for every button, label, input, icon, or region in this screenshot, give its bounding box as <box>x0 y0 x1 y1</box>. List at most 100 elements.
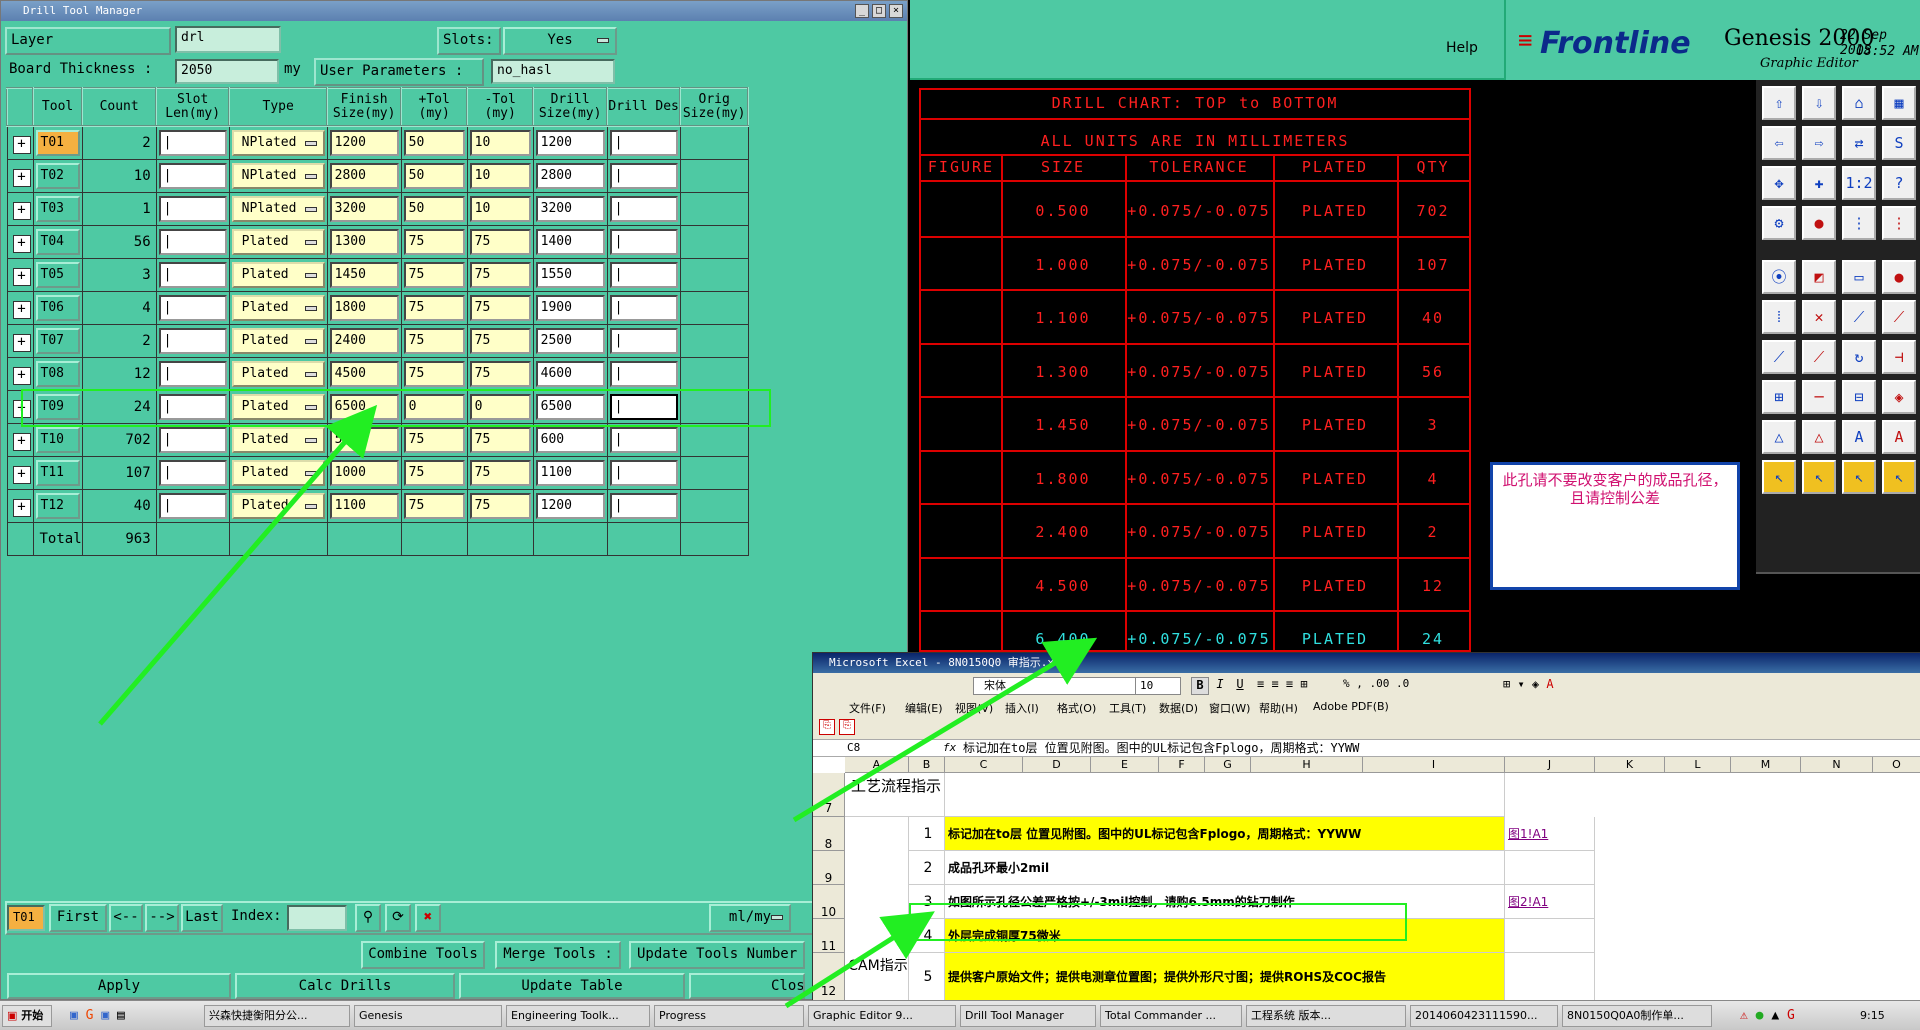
expand-icon[interactable]: + <box>12 201 31 220</box>
taskbar-item[interactable]: 兴森快捷衡阳分公... <box>204 1005 350 1027</box>
type-combo[interactable]: Plated <box>231 229 325 255</box>
measure-icon[interactable]: ⋮ <box>1842 206 1876 240</box>
select-icon[interactable]: ↖ <box>1762 460 1796 494</box>
text2-icon[interactable]: A <box>1882 420 1916 454</box>
pattern-icon[interactable]: ◈ <box>1882 380 1916 414</box>
rect-icon[interactable]: ▭ <box>1842 260 1876 294</box>
column-header[interactable]: A <box>845 757 909 773</box>
home-icon[interactable]: ⌂ <box>1842 86 1876 120</box>
taskbar-item[interactable]: Progress <box>654 1005 804 1027</box>
column-header[interactable]: K <box>1595 757 1665 773</box>
plus-tol-input[interactable]: 75 <box>403 493 465 519</box>
type-combo[interactable]: NPlated <box>231 130 325 156</box>
slots-combo[interactable]: Yes <box>503 27 617 55</box>
cross-icon[interactable]: ✕ <box>1802 300 1836 334</box>
select3-icon[interactable]: ↖ <box>1842 460 1876 494</box>
minus-tol-input[interactable]: 10 <box>469 130 531 156</box>
expand-icon[interactable]: + <box>12 432 31 451</box>
align-icon[interactable]: ⊣ <box>1882 340 1916 374</box>
move-right-icon[interactable]: ⇨ <box>1802 126 1836 160</box>
help-icon[interactable]: ? <box>1882 166 1916 200</box>
calc-drills-button[interactable]: Calc Drills <box>235 973 455 999</box>
column-header[interactable]: B <box>909 757 945 773</box>
finish-size-input[interactable]: 1100 <box>329 493 399 519</box>
move-down-icon[interactable]: ⇩ <box>1802 86 1836 120</box>
layer-field[interactable]: drl <box>175 26 281 53</box>
drill-des-input[interactable]: | <box>609 427 678 453</box>
rotate-icon[interactable]: ↻ <box>1842 340 1876 374</box>
slot-len-input[interactable]: | <box>158 460 227 486</box>
drill-size-input[interactable]: 600 <box>535 427 605 453</box>
taskbar-item[interactable]: 工程系统 版本... <box>1246 1005 1406 1027</box>
slot-len-input[interactable]: | <box>158 163 227 189</box>
fit-icon[interactable]: ✥ <box>1762 166 1796 200</box>
drill-size-input[interactable]: 3200 <box>535 196 605 222</box>
drill-des-input[interactable]: | <box>609 262 678 288</box>
thickness-field[interactable]: 2050 <box>175 59 279 84</box>
expand-icon[interactable]: + <box>12 333 31 352</box>
slash2-icon[interactable]: ⟋ <box>1802 340 1836 374</box>
column-header[interactable]: N <box>1801 757 1873 773</box>
minimize-icon[interactable]: _ <box>855 4 869 18</box>
finish-size-input[interactable]: 1200 <box>329 130 399 156</box>
select4-icon[interactable]: ↖ <box>1882 460 1916 494</box>
refresh-icon[interactable]: ⟳ <box>385 904 411 932</box>
plus-tol-input[interactable]: 75 <box>403 295 465 321</box>
taskbar-item[interactable]: 2014060423111590... <box>1410 1005 1558 1027</box>
drill-des-input[interactable]: | <box>609 295 678 321</box>
plus-tol-input[interactable]: 75 <box>403 361 465 387</box>
row-header[interactable]: 12 <box>813 953 845 1001</box>
search-icon[interactable]: ⚲ <box>355 904 381 932</box>
plus-tol-input[interactable]: 75 <box>403 262 465 288</box>
tool-id[interactable]: T07 <box>35 328 80 354</box>
item-link[interactable] <box>1505 919 1595 953</box>
item-link[interactable] <box>1505 851 1595 885</box>
drill-des-input[interactable]: | <box>609 130 678 156</box>
row-header[interactable]: 7 <box>813 773 845 817</box>
type-combo[interactable]: Plated <box>231 328 325 354</box>
column-header[interactable]: J <box>1505 757 1595 773</box>
menu-item[interactable]: 视图(V) <box>955 700 993 716</box>
expand-icon[interactable]: + <box>12 300 31 319</box>
slot-len-input[interactable]: | <box>158 394 227 420</box>
item-text[interactable]: 提供客户原始文件；提供电测章位置图；提供外形尺寸图；提供ROHS及COC报告 <box>945 953 1505 1001</box>
slot-len-input[interactable]: | <box>158 361 227 387</box>
shape-icon[interactable]: ◩ <box>1802 260 1836 294</box>
item-text[interactable]: 如图所示孔径公差严格按+/-3mil控制，请购6.5mm的钻刀制作 <box>945 885 1505 919</box>
slot-len-input[interactable]: | <box>158 427 227 453</box>
triangle2-icon[interactable]: △ <box>1802 420 1836 454</box>
menu-item[interactable]: 编辑(E) <box>905 700 943 716</box>
align-icon[interactable]: ≡ ≡ ≡ ⊞ <box>1257 677 1337 695</box>
finish-size-input[interactable]: 2400 <box>329 328 399 354</box>
taskbar-item[interactable]: Drill Tool Manager <box>960 1005 1096 1027</box>
slot-len-input[interactable]: | <box>158 493 227 519</box>
slot-len-input[interactable]: | <box>158 262 227 288</box>
column-header[interactable]: M <box>1731 757 1801 773</box>
bold-icon[interactable]: B <box>1191 677 1209 695</box>
item-text[interactable]: 外层完成铜厚75微米 <box>945 919 1505 953</box>
type-combo[interactable]: Plated <box>231 262 325 288</box>
text-icon[interactable]: A <box>1842 420 1876 454</box>
finish-size-input[interactable]: 1300 <box>329 229 399 255</box>
apply-button[interactable]: Apply <box>7 973 231 999</box>
plus-tol-input[interactable]: 75 <box>403 427 465 453</box>
measure2-icon[interactable]: ⋮ <box>1882 206 1916 240</box>
column-header[interactable]: C <box>945 757 1023 773</box>
minus-tol-input[interactable]: 75 <box>469 229 531 255</box>
row-header[interactable]: 11 <box>813 919 845 953</box>
expand-icon[interactable]: + <box>12 135 31 154</box>
drill-size-input[interactable]: 6500 <box>535 394 605 420</box>
type-combo[interactable]: Plated <box>231 427 325 453</box>
plus-tol-input[interactable]: 50 <box>403 196 465 222</box>
zoom-icon[interactable]: ✚ <box>1802 166 1836 200</box>
drill-des-input[interactable]: | <box>609 394 678 420</box>
finish-size-input[interactable]: 3200 <box>329 196 399 222</box>
settings-icon[interactable]: ⚙ <box>1762 206 1796 240</box>
last-button[interactable]: Last <box>181 904 223 932</box>
user-params-field[interactable]: no_hasl <box>491 59 615 84</box>
type-combo[interactable]: NPlated <box>231 163 325 189</box>
plus-tol-input[interactable]: 50 <box>403 130 465 156</box>
slot-len-input[interactable]: | <box>158 196 227 222</box>
finish-size-input[interactable]: 1450 <box>329 262 399 288</box>
combine-tools-button[interactable]: Combine Tools <box>361 941 485 969</box>
